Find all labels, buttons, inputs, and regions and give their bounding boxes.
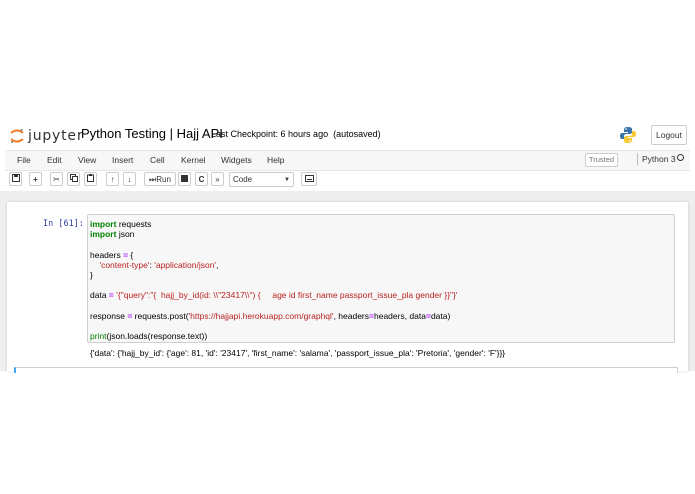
code-text: , <box>216 259 219 270</box>
command-palette-button[interactable] <box>301 172 317 186</box>
string-literal: '{"query":"{ hajj_by_id(id: \\"23417\\")… <box>116 290 458 301</box>
logout-button[interactable]: Logout <box>651 125 687 145</box>
refresh-icon: C <box>198 175 205 184</box>
operator: = <box>108 290 114 301</box>
stop-icon <box>181 175 188 182</box>
run-label: Run <box>156 175 171 184</box>
code-text: headers, data <box>373 310 426 321</box>
menu-cell[interactable]: Cell <box>150 155 165 165</box>
kernel-separator <box>637 153 638 165</box>
copy-button[interactable] <box>67 172 80 186</box>
save-button[interactable] <box>9 172 22 186</box>
menu-file[interactable]: File <box>17 155 31 165</box>
builtin-function: print <box>90 331 107 342</box>
save-icon <box>11 174 20 182</box>
plus-icon: + <box>33 175 38 184</box>
string-literal: 'https://hajjapi.herokuapp.com/graphql' <box>188 310 334 321</box>
cell-output: {'data': {'hajj_by_id': {'age': 81, 'id'… <box>90 348 506 358</box>
paste-icon <box>86 174 94 182</box>
code-editor[interactable]: import requests import json headers = { … <box>90 219 458 341</box>
jupyter-logo[interactable]: jupyter <box>10 128 83 144</box>
keyword-import: import <box>90 229 117 240</box>
keyword-import: import <box>90 219 117 229</box>
copy-icon <box>69 174 78 182</box>
notebook-title[interactable]: Python Testing | Hajj API <box>81 126 223 141</box>
next-code-cell[interactable] <box>14 367 678 373</box>
menu-insert[interactable]: Insert <box>112 155 133 165</box>
jupyter-logo-text: jupyter <box>28 128 84 144</box>
paste-button[interactable] <box>84 172 97 186</box>
checkpoint-status: Last Checkpoint: 6 hours ago (autosaved) <box>211 129 381 139</box>
code-text: requests <box>116 219 152 229</box>
code-text: data) <box>430 310 451 321</box>
kernel-name: Python 3 <box>642 154 676 164</box>
menu-view[interactable]: View <box>78 155 96 165</box>
code-text: json <box>116 229 135 240</box>
code-text: response <box>90 310 128 321</box>
code-text: headers <box>90 249 124 260</box>
restart-run-all-button[interactable]: » <box>211 172 224 186</box>
run-button[interactable]: ⏭Run <box>144 172 176 186</box>
menu-kernel[interactable]: Kernel <box>181 155 206 165</box>
string-literal: 'application/json' <box>154 259 217 270</box>
kernel-idle-icon <box>677 154 684 161</box>
menu-widgets[interactable]: Widgets <box>221 155 252 165</box>
arrow-up-icon: ↑ <box>110 175 115 184</box>
insert-cell-button[interactable]: + <box>29 172 42 186</box>
restart-button[interactable]: C <box>195 172 208 186</box>
scissors-icon: ✂ <box>53 175 60 184</box>
string-literal: 'content-type' <box>99 259 150 270</box>
input-prompt: In [61]: <box>43 219 84 229</box>
interrupt-button[interactable] <box>178 172 191 186</box>
python-logo-icon <box>619 126 637 144</box>
code-text: , headers <box>333 310 370 321</box>
checkpoint-text: Last Checkpoint: 6 hours ago <box>211 129 329 139</box>
autosave-text: (autosaved) <box>333 129 381 139</box>
toolbar: + ✂ ↑ ↓ ⏭Run C » <box>5 170 690 190</box>
jupyter-logo-icon <box>10 129 24 143</box>
code-text: (json.loads(response.text)) <box>106 331 208 342</box>
move-down-button[interactable]: ↓ <box>123 172 136 186</box>
code-text: requests.post( <box>132 310 189 321</box>
code-text: } <box>90 270 93 281</box>
trusted-indicator[interactable]: Trusted <box>585 153 618 167</box>
move-up-button[interactable]: ↑ <box>106 172 119 186</box>
cell-type-value: Code <box>233 175 253 184</box>
cut-button[interactable]: ✂ <box>50 172 63 186</box>
code-text: { <box>128 249 134 260</box>
menu-help[interactable]: Help <box>267 155 284 165</box>
fast-forward-icon: » <box>215 175 220 184</box>
keyboard-icon <box>304 175 314 182</box>
cell-type-select[interactable]: Code ▼ <box>229 172 294 187</box>
code-text: data <box>90 290 109 301</box>
arrow-down-icon: ↓ <box>127 175 132 184</box>
menu-edit[interactable]: Edit <box>47 155 62 165</box>
caret-down-icon: ▼ <box>284 177 290 183</box>
